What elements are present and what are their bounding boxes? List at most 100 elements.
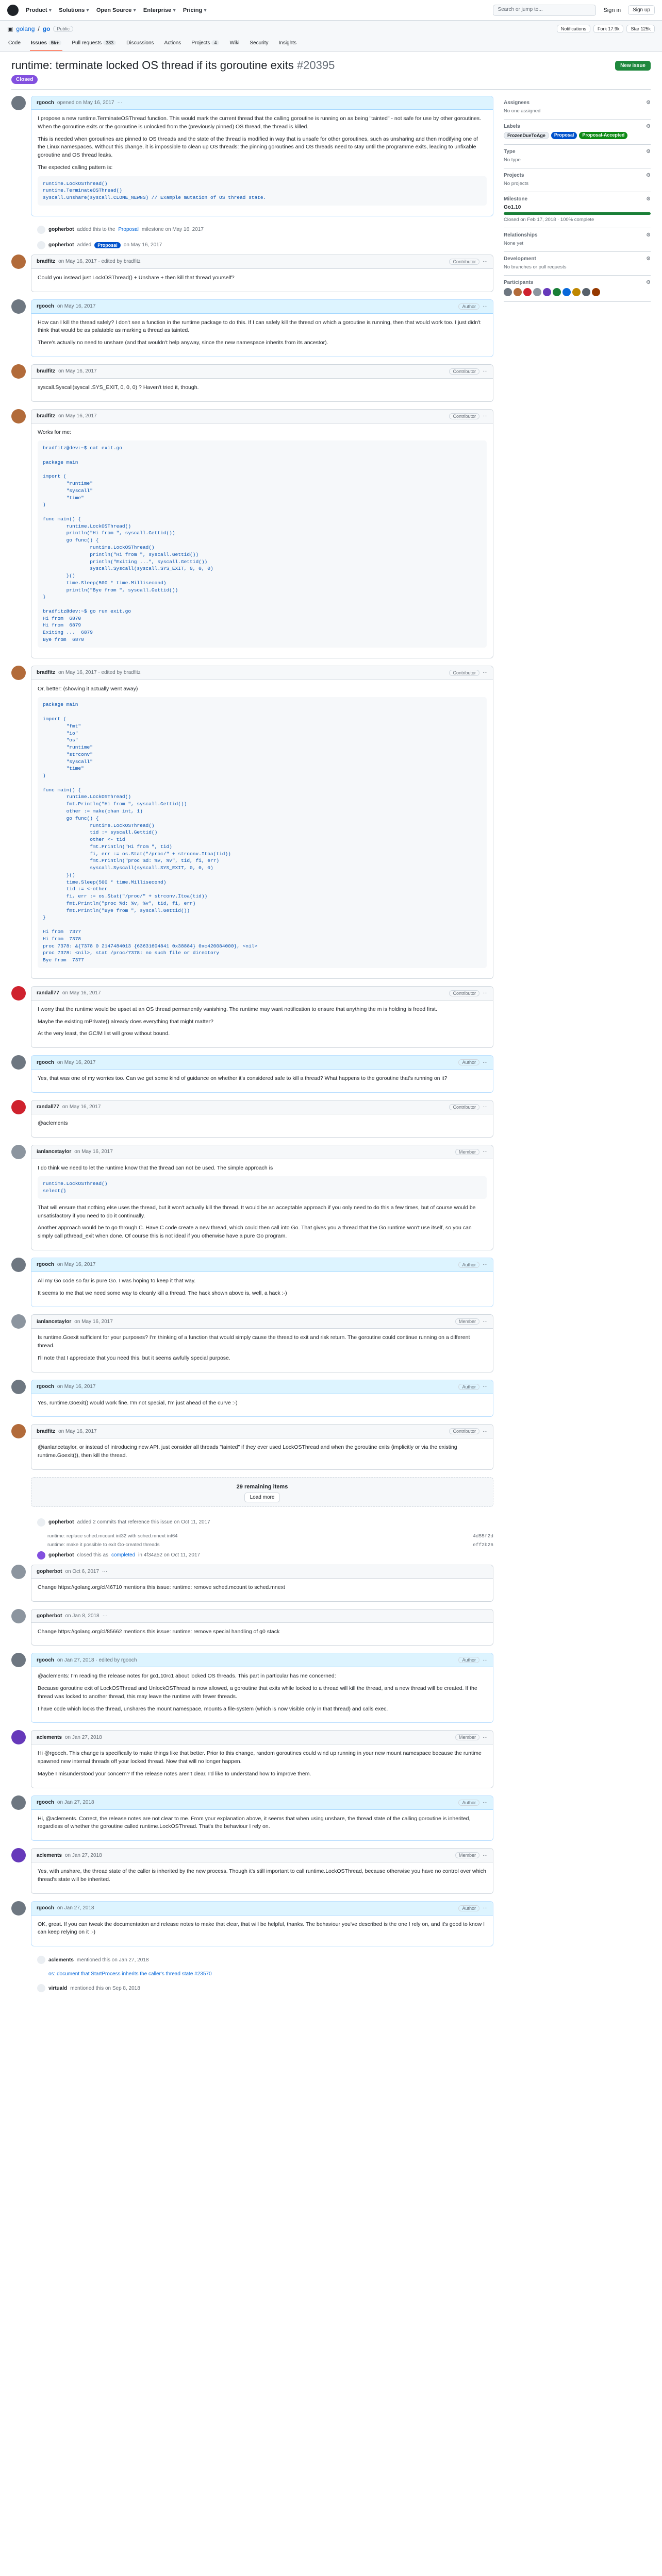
comment-author[interactable]: rgooch [37,1262,54,1267]
participant-avatar[interactable] [543,288,551,296]
comment-author[interactable]: ianlancetaylor [37,1149,71,1155]
tab-issues[interactable]: Issues 5k+ [29,37,63,51]
avatar[interactable] [11,1564,26,1579]
comment-author[interactable]: ianlancetaylor [37,1319,71,1325]
avatar[interactable] [11,409,26,423]
comment-author[interactable]: rgooch [37,1905,54,1911]
tab-security[interactable]: Security [249,37,269,51]
comment-author[interactable]: bradfitz [37,413,55,419]
github-logo-icon[interactable] [7,4,19,16]
repo-name-link[interactable]: go [43,25,51,32]
participant-avatar[interactable] [504,288,512,296]
avatar[interactable] [11,1257,26,1272]
more-options-icon[interactable]: ··· [483,1149,488,1155]
more-options-icon[interactable]: ··· [103,1613,108,1619]
avatar[interactable] [11,665,26,680]
more-options-icon[interactable]: ··· [483,1319,488,1325]
comment-timestamp[interactable]: on May 16, 2017 [74,1319,113,1325]
search-input[interactable]: Search or jump to... [493,4,597,16]
tab-actions[interactable]: Actions [163,37,183,51]
reference-link[interactable]: os: document that StartProcess inherits … [11,1969,493,1982]
comment-author[interactable]: randall77 [37,990,59,996]
comment-timestamp[interactable]: on Jan 27, 2018 [65,1735,102,1740]
comment-author[interactable]: bradfitz [37,368,55,374]
comment-timestamp[interactable]: on May 16, 2017 [74,1149,113,1155]
comment-timestamp[interactable]: on Jan 27, 2018 [65,1853,102,1858]
participant-avatar[interactable] [514,288,522,296]
comment-timestamp[interactable]: on May 16, 2017 [57,1060,96,1065]
participant-avatar[interactable] [533,288,541,296]
comment-author[interactable]: rgooch [37,303,54,309]
comment-author[interactable]: gopherbot [37,1613,62,1619]
avatar[interactable] [11,364,26,379]
comment-author[interactable]: aclements [37,1735,62,1740]
comment-timestamp[interactable]: on Jan 27, 2018 [57,1800,94,1805]
comment-author[interactable]: aclements [37,1853,62,1858]
more-options-icon[interactable]: ··· [483,1060,488,1065]
more-options-icon[interactable]: ··· [483,1384,488,1389]
comment-author[interactable]: rgooch [37,1060,54,1065]
more-options-icon[interactable]: ··· [483,1657,488,1663]
avatar[interactable] [11,1144,26,1159]
comment-timestamp[interactable]: on Oct 6, 2017 [65,1569,99,1574]
more-options-icon[interactable]: ··· [483,1735,488,1740]
comment-author[interactable]: rgooch [37,100,54,106]
comment-author[interactable]: gopherbot [37,1569,62,1574]
comment-timestamp[interactable]: on Jan 27, 2018 · edited by rgooch [57,1657,137,1663]
comment-timestamp[interactable]: on May 16, 2017 [57,303,96,309]
sidebar-assignees[interactable]: Assignees No one assigned [504,96,651,120]
comment-author[interactable]: bradfitz [37,670,55,675]
comment-author[interactable]: rgooch [37,1800,54,1805]
signin-link[interactable]: Sign in [603,7,621,13]
avatar[interactable] [11,1653,26,1668]
more-options-icon[interactable]: ··· [483,303,488,309]
fork-button[interactable]: Fork 17.9k [593,25,624,33]
avatar[interactable] [11,1055,26,1070]
comment-timestamp[interactable]: opened on May 16, 2017 [57,100,114,106]
participant-avatar[interactable] [523,288,532,296]
participant-avatar[interactable] [592,288,600,296]
comment-timestamp[interactable]: on May 16, 2017 · edited by bradfitz [58,259,141,264]
sidebar-labels[interactable]: Labels FrozenDueToAge Proposal Proposal-… [504,120,651,145]
nav-pricing[interactable]: Pricing [183,7,207,13]
comment-timestamp[interactable]: on May 16, 2017 · edited by bradfitz [58,670,141,675]
nav-product[interactable]: Product [26,7,52,13]
more-options-icon[interactable]: ··· [483,368,488,374]
more-options-icon[interactable]: ··· [483,1429,488,1434]
participant-avatar[interactable] [562,288,571,296]
comment-timestamp[interactable]: on Jan 27, 2018 [57,1905,94,1911]
avatar[interactable] [11,1379,26,1394]
more-options-icon[interactable]: ··· [483,259,488,264]
comment-author[interactable]: randall77 [37,1104,59,1110]
comment-author[interactable]: rgooch [37,1384,54,1389]
new-issue-button[interactable]: New issue [615,60,651,71]
sidebar-relationships[interactable]: Relationships None yet [504,228,651,252]
comment-timestamp[interactable]: on May 16, 2017 [62,1104,101,1110]
label-badge[interactable]: Proposal [551,132,577,139]
comment-author[interactable]: rgooch [37,1657,54,1663]
tab-wiki[interactable]: Wiki [228,37,240,51]
notifications-button[interactable]: Notifications [556,25,590,33]
comment-timestamp[interactable]: on May 16, 2017 [58,413,97,419]
tab-pull-requests[interactable]: Pull requests 383 [71,37,117,51]
tab-code[interactable]: Code [7,37,22,51]
tab-discussions[interactable]: Discussions [125,37,155,51]
avatar[interactable] [11,1848,26,1863]
comment-timestamp[interactable]: on May 16, 2017 [58,368,97,374]
more-options-icon[interactable]: ··· [483,1104,488,1110]
avatar[interactable] [11,1730,26,1745]
nav-solutions[interactable]: Solutions [59,7,89,13]
more-options-icon[interactable]: ··· [483,1853,488,1858]
sidebar-type[interactable]: Type No type [504,145,651,168]
tab-projects[interactable]: Projects 4 [190,37,220,51]
sidebar-projects[interactable]: Projects No projects [504,168,651,192]
commit-item[interactable]: runtime: replace sched.mcount int32 with… [11,1532,493,1540]
sidebar-development[interactable]: Development No branches or pull requests [504,252,651,276]
avatar[interactable] [11,299,26,314]
more-options-icon[interactable]: ··· [483,1262,488,1267]
more-options-icon[interactable]: ··· [118,100,123,106]
participant-avatar[interactable] [582,288,590,296]
repo-owner-link[interactable]: golang [16,25,35,32]
more-options-icon[interactable]: ··· [483,1800,488,1805]
participant-avatar[interactable] [572,288,581,296]
